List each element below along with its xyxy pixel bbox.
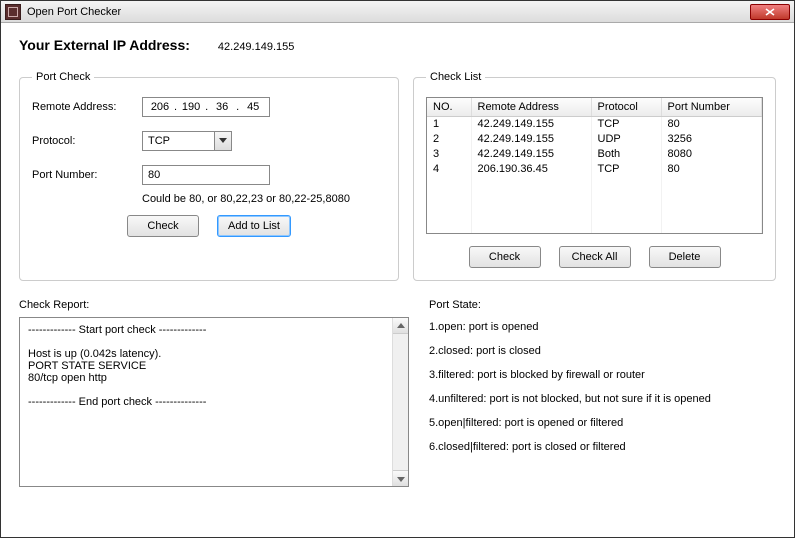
close-button[interactable] — [750, 4, 790, 20]
chevron-down-icon — [219, 138, 227, 144]
scroll-down-button[interactable] — [393, 470, 408, 486]
port-number-label: Port Number: — [32, 169, 142, 181]
window-title: Open Port Checker — [27, 6, 750, 18]
ip-seg-c[interactable] — [209, 100, 235, 114]
add-to-list-button[interactable]: Add to List — [217, 215, 291, 237]
external-ip-label: Your External IP Address: — [19, 37, 190, 53]
port-state-item: 4.unfiltered: port is not blocked, but n… — [429, 393, 776, 405]
col-port[interactable]: Port Number — [661, 98, 762, 116]
port-state-item: 6.closed|filtered: port is closed or fil… — [429, 441, 776, 453]
port-state-item: 5.open|filtered: port is opened or filte… — [429, 417, 776, 429]
portcheck-group: Port Check Remote Address: . . . Protoco… — [19, 71, 399, 281]
ip-seg-d[interactable] — [240, 100, 266, 114]
checklist-checkall-button[interactable]: Check All — [559, 246, 631, 268]
table-row[interactable]: 242.249.149.155UDP3256 — [427, 131, 762, 146]
col-no[interactable]: NO. — [427, 98, 471, 116]
ip-seg-a[interactable] — [147, 100, 173, 114]
col-protocol[interactable]: Protocol — [591, 98, 661, 116]
protocol-value: TCP — [143, 135, 214, 147]
table-row[interactable]: 142.249.149.155TCP80 — [427, 116, 762, 131]
report-scrollbar[interactable] — [392, 318, 408, 486]
chevron-up-icon — [397, 323, 405, 329]
port-state-item: 1.open: port is opened — [429, 321, 776, 333]
col-address[interactable]: Remote Address — [471, 98, 591, 116]
port-number-input[interactable] — [142, 165, 270, 185]
table-row-empty: . — [427, 191, 762, 206]
titlebar: Open Port Checker — [1, 1, 794, 23]
app-window: Open Port Checker Your External IP Addre… — [0, 0, 795, 538]
scroll-up-button[interactable] — [393, 318, 408, 334]
portcheck-legend: Port Check — [32, 71, 94, 83]
report-text[interactable]: ------------- Start port check ---------… — [20, 318, 392, 486]
chevron-down-icon — [397, 476, 405, 482]
external-ip-value: 42.249.149.155 — [218, 41, 294, 53]
table-row[interactable]: 4206.190.36.45TCP80 — [427, 161, 762, 176]
table-row-empty: . — [427, 176, 762, 191]
checklist-check-button[interactable]: Check — [469, 246, 541, 268]
protocol-label: Protocol: — [32, 135, 142, 147]
port-state-item: 3.filtered: port is blocked by firewall … — [429, 369, 776, 381]
ip-seg-b[interactable] — [178, 100, 204, 114]
table-header-row: NO. Remote Address Protocol Port Number — [427, 98, 762, 116]
checklist-table[interactable]: NO. Remote Address Protocol Port Number … — [426, 97, 763, 234]
remote-address-label: Remote Address: — [32, 101, 142, 113]
port-hint: Could be 80, or 80,22,23 or 80,22-25,808… — [142, 193, 386, 205]
protocol-dropdown-button[interactable] — [214, 132, 231, 150]
close-icon — [765, 8, 775, 16]
report-label: Check Report: — [19, 299, 409, 311]
check-button[interactable]: Check — [127, 215, 199, 237]
table-row[interactable]: 342.249.149.155Both8080 — [427, 146, 762, 161]
report-box: ------------- Start port check ---------… — [19, 317, 409, 487]
checklist-group: Check List NO. Remote Address Protocol P… — [413, 71, 776, 281]
port-state-title: Port State: — [429, 299, 776, 311]
remote-address-input[interactable]: . . . — [142, 97, 270, 117]
port-state-item: 2.closed: port is closed — [429, 345, 776, 357]
checklist-legend: Check List — [426, 71, 485, 83]
app-icon — [5, 4, 21, 20]
protocol-select[interactable]: TCP — [142, 131, 232, 151]
table-row-empty: . — [427, 221, 762, 234]
checklist-delete-button[interactable]: Delete — [649, 246, 721, 268]
table-row-empty: . — [427, 206, 762, 221]
